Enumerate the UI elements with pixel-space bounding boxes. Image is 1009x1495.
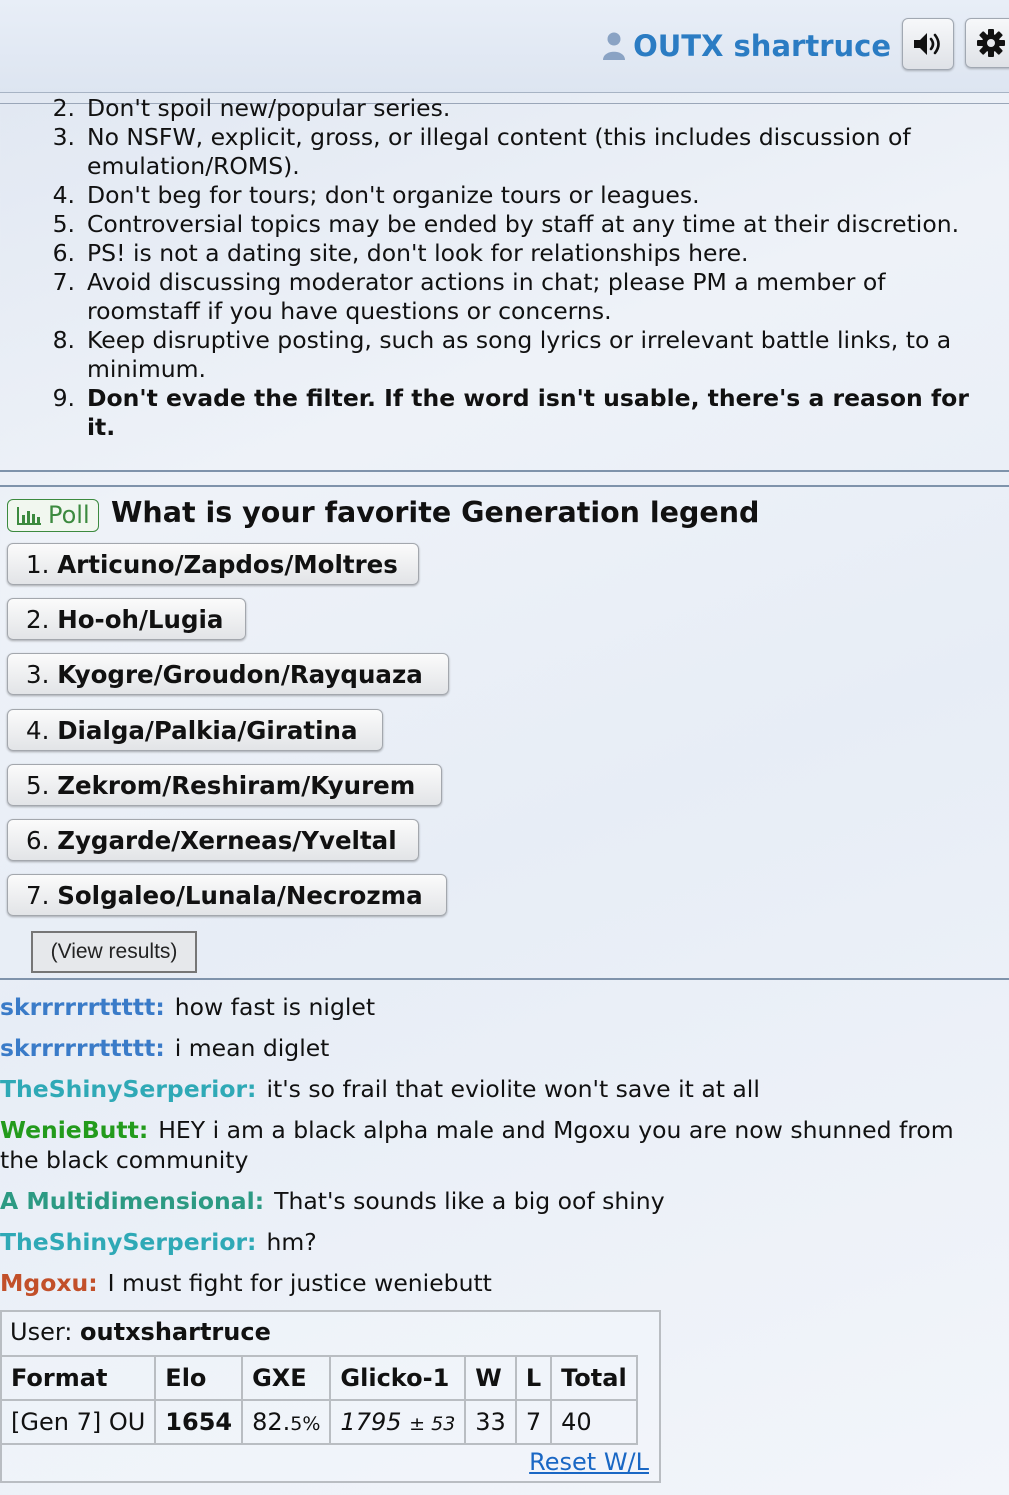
column-header: GXE xyxy=(241,1355,332,1401)
chat-message: skrrrrrrttttt: how fast is niglet xyxy=(0,992,1000,1022)
poll-title: What is your favorite Generation legend xyxy=(111,496,760,529)
rank-user: User: outxshartruce xyxy=(10,1318,271,1346)
losses-cell: 7 xyxy=(514,1399,553,1445)
chat-username[interactable]: TheShinySerperior: xyxy=(0,1228,256,1256)
chat-message: A Multidimensional: That's sounds like a … xyxy=(0,1186,1000,1216)
bar-chart-icon xyxy=(17,506,41,525)
chat-message: Mgoxu: I must fight for justice weniebutt xyxy=(0,1268,1000,1298)
glicko-cell: 1795 ± 53 xyxy=(329,1399,467,1445)
column-header: L xyxy=(514,1355,553,1401)
username[interactable]: OUTX shartruce xyxy=(633,29,891,63)
poll-option[interactable]: 2. Ho-oh/Lugia xyxy=(7,598,246,640)
column-header: Glicko-1 xyxy=(329,1355,467,1401)
chat-username[interactable]: skrrrrrrttttt: xyxy=(0,993,165,1021)
poll-badge: Poll xyxy=(7,499,99,532)
chat-text: That's sounds like a big oof shiny xyxy=(274,1187,665,1215)
gear-icon xyxy=(977,29,1005,57)
chat-message: TheShinySerperior: hm? xyxy=(0,1227,1000,1257)
poll-option[interactable]: 6. Zygarde/Xerneas/Yveltal xyxy=(7,819,419,861)
chat-message: skrrrrrrttttt: i mean diglet xyxy=(0,1033,1000,1063)
gxe-cell: 82.5% xyxy=(241,1399,332,1445)
user-area[interactable]: OUTX shartruce xyxy=(601,28,891,64)
chat-message: TheShinySerperior: it's so frail that evi… xyxy=(0,1074,1000,1104)
divider xyxy=(0,978,1009,980)
elo-cell: 1654 xyxy=(154,1399,244,1445)
chat-text: the black community xyxy=(0,1146,249,1174)
chat-text: I must fight for justice weniebutt xyxy=(107,1269,492,1297)
poll-option[interactable]: 7. Solgaleo/Lunala/Necrozma xyxy=(7,874,447,916)
table-header-row: Format Elo GXE Glicko-1 W L Total xyxy=(0,1355,638,1401)
chat-text: how fast is niglet xyxy=(174,993,376,1021)
column-header: W xyxy=(464,1355,517,1401)
room-rules: 2. Don't spoil new/popular series. 3. No… xyxy=(52,96,969,441)
poll-option[interactable]: 4. Dialga/Palkia/Giratina xyxy=(7,709,383,751)
chat-text: i mean diglet xyxy=(174,1034,330,1062)
sound-icon xyxy=(914,33,940,55)
chat-username[interactable]: WenieButt: xyxy=(0,1116,148,1144)
settings-button[interactable] xyxy=(965,18,1009,68)
view-results-button[interactable]: (View results) xyxy=(31,931,197,973)
chat-username[interactable]: skrrrrrrttttt: xyxy=(0,1034,165,1062)
chat-message-cont: the black community xyxy=(0,1145,1000,1175)
poll-tag-label: Poll xyxy=(48,501,90,529)
poll-option[interactable]: 1. Articuno/Zapdos/Moltres xyxy=(7,543,419,585)
rank-table: Format Elo GXE Glicko-1 W L Total [Gen 7… xyxy=(0,1355,638,1445)
wins-cell: 33 xyxy=(464,1399,517,1445)
column-header: Elo xyxy=(154,1355,244,1401)
divider xyxy=(0,470,1009,472)
table-row: [Gen 7] OU 1654 82.5% 1795 ± 53 33 7 40 xyxy=(0,1399,638,1445)
reset-wl-link[interactable]: Reset W/L xyxy=(529,1448,649,1476)
rank-box: User: outxshartruce Format Elo GXE Glick… xyxy=(0,1310,661,1483)
chat-text: it's so frail that eviolite won't save i… xyxy=(266,1075,760,1103)
chat-text: hm? xyxy=(266,1228,317,1256)
chat-username[interactable]: TheShinySerperior: xyxy=(0,1075,256,1103)
chat-message: WenieButt: HEY i am a black alpha male an… xyxy=(0,1115,1000,1145)
poll-option[interactable]: 5. Zekrom/Reshiram/Kyurem xyxy=(7,764,442,806)
column-header: Format xyxy=(0,1355,157,1401)
chat-username[interactable]: A Multidimensional: xyxy=(0,1187,264,1215)
poll-option[interactable]: 3. Kyogre/Groudon/Rayquaza xyxy=(7,653,449,695)
top-header: OUTX shartruce xyxy=(0,0,1009,93)
divider xyxy=(0,485,1009,487)
format-cell: [Gen 7] OU xyxy=(0,1399,157,1445)
user-icon xyxy=(603,32,626,60)
total-cell: 40 xyxy=(550,1399,638,1445)
sound-button[interactable] xyxy=(902,18,954,70)
chat-text: HEY i am a black alpha male and Mgoxu yo… xyxy=(158,1116,954,1144)
column-header: Total xyxy=(550,1355,638,1401)
chat-username[interactable]: Mgoxu: xyxy=(0,1269,98,1297)
